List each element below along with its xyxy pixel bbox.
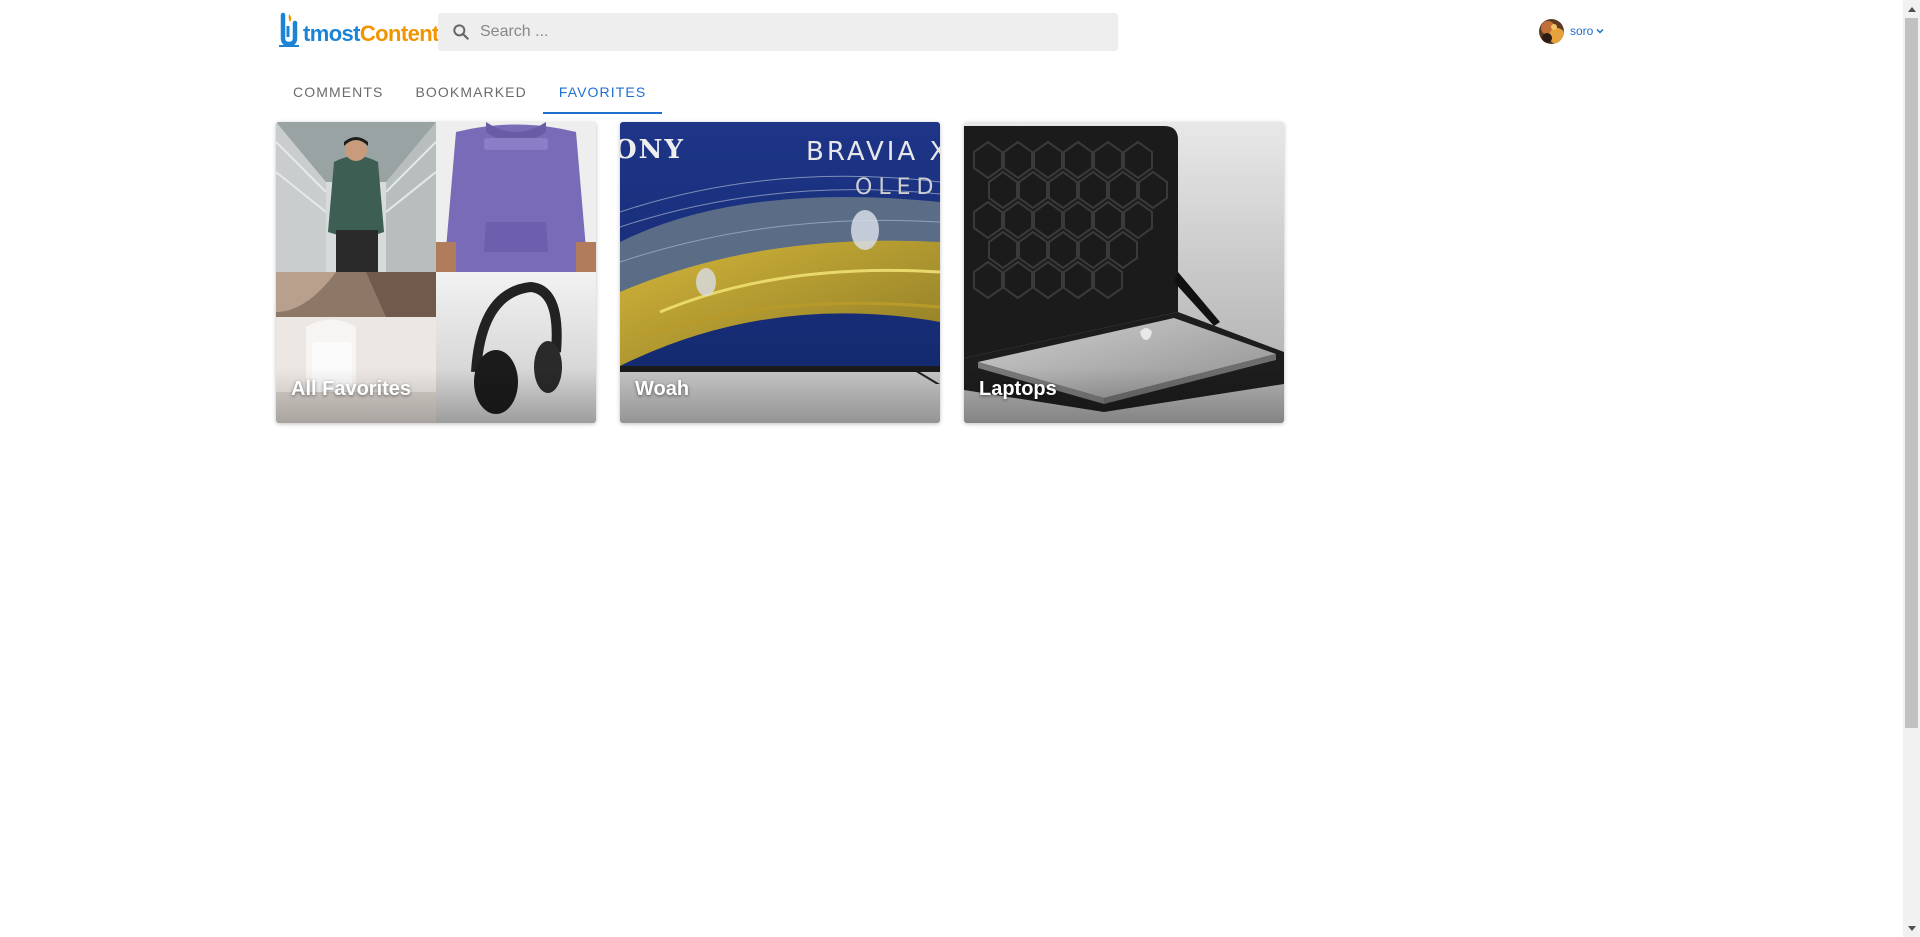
utmost-logo-icon — [277, 12, 301, 48]
avatar[interactable] — [1539, 18, 1564, 44]
purple-champion-hoodie-photo — [436, 122, 596, 272]
site-logo[interactable]: tmostContent — [277, 12, 439, 48]
collection-card-all-favorites[interactable]: All Favorites — [276, 122, 596, 423]
vertical-scrollbar[interactable] — [1903, 0, 1920, 937]
chevron-down-icon[interactable] — [1595, 26, 1605, 36]
tab-favorites[interactable]: FAVORITES — [542, 70, 663, 114]
search-bar[interactable] — [438, 13, 1118, 51]
collection-title[interactable]: Laptops — [979, 378, 1057, 401]
favorites-collection-list: All Favorites ONY BRAVIA X OLED Woah Lap… — [276, 122, 1284, 423]
user-menu[interactable]: soro — [1539, 18, 1605, 44]
profile-tabs: COMMENTS BOOKMARKED FAVORITES — [277, 70, 663, 114]
svg-text:BRAVIA X: BRAVIA X — [806, 137, 940, 167]
collection-title[interactable]: All Favorites — [291, 378, 411, 401]
tab-comments[interactable]: COMMENTS — [277, 70, 399, 114]
username[interactable]: soro — [1570, 24, 1593, 38]
svg-text:OLED: OLED — [855, 175, 939, 200]
scroll-down-icon[interactable] — [1903, 920, 1920, 937]
tab-bookmarked[interactable]: BOOKMARKED — [399, 70, 542, 114]
collection-card-laptops[interactable]: Laptops — [964, 122, 1284, 423]
logo-text-part2: Content — [359, 21, 440, 46]
collection-title[interactable]: Woah — [635, 378, 689, 401]
logo-wordmark: tmostContent — [303, 20, 439, 48]
collection-card-woah[interactable]: ONY BRAVIA X OLED Woah — [620, 122, 940, 423]
scrollbar-thumb[interactable] — [1905, 18, 1918, 728]
search-icon[interactable] — [442, 13, 480, 51]
svg-text:ONY: ONY — [620, 135, 685, 165]
logo-text-part1: tmost — [303, 21, 360, 46]
top-header: tmostContent soro — [0, 0, 1903, 64]
search-input[interactable] — [480, 13, 1080, 51]
scroll-up-icon[interactable] — [1903, 0, 1920, 17]
green-hoodie-photo — [276, 122, 436, 272]
